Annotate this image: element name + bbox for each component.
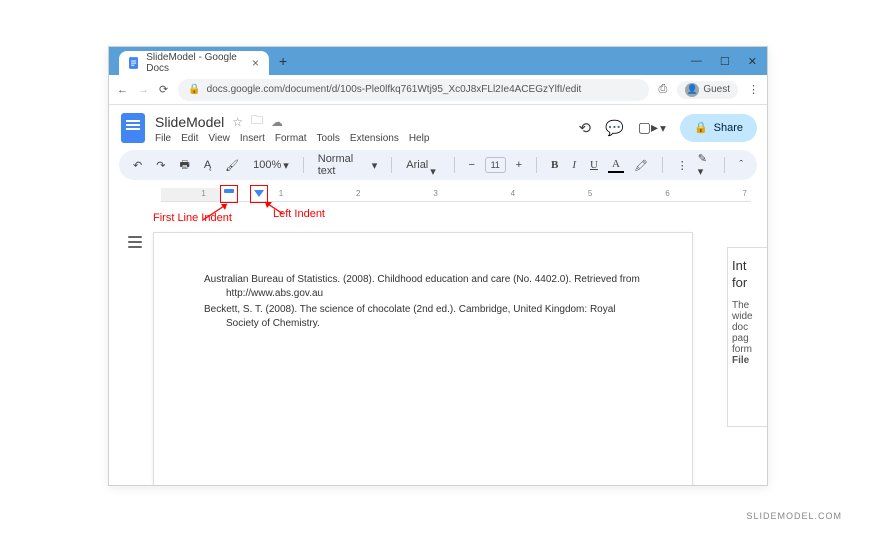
meet-dropdown[interactable]: ▢▸▾ (638, 119, 666, 136)
avatar-icon: 👤 (685, 83, 699, 97)
document-page[interactable]: Australian Bureau of Statistics. (2008).… (153, 232, 693, 486)
nav-back-icon[interactable]: ← (117, 84, 128, 96)
history-icon[interactable]: ⟲ (579, 119, 592, 137)
lock-icon: 🔒 (188, 84, 200, 95)
editor-area: Australian Bureau of Statistics. (2008).… (125, 232, 767, 486)
window-controls: — ☐ ✕ (691, 55, 757, 68)
share-button[interactable]: 🔒 Share (680, 114, 757, 142)
profile-chip[interactable]: 👤 Guest (677, 81, 738, 99)
menu-format[interactable]: Format (275, 133, 307, 144)
minimize-icon[interactable]: — (691, 55, 702, 68)
text-color-button[interactable]: A (608, 157, 624, 173)
bold-button[interactable]: B (547, 157, 562, 173)
redo-icon[interactable]: ↷ (152, 157, 169, 174)
cloud-status-icon[interactable]: ☁ (271, 115, 283, 129)
docs-toolbar: ↶ ↷ 🖶 Ą 🖌 100% ▾ Normal text ▾ Arial ▾ −… (119, 150, 757, 180)
reload-icon[interactable]: ⟳ (159, 83, 168, 96)
paragraph-style-select[interactable]: Normal text ▾ (314, 151, 382, 179)
tab-title: SlideModel - Google Docs (146, 52, 244, 74)
paint-format-icon[interactable]: 🖌 (221, 157, 243, 174)
font-size-increase[interactable]: + (512, 157, 526, 173)
guest-label: Guest (703, 84, 730, 95)
sidepanel-text: doc (732, 322, 763, 333)
title-block: SlideModel ☆ 🗀 ☁ File Edit View Insert F… (155, 111, 429, 144)
menu-bar: File Edit View Insert Format Tools Exten… (155, 133, 429, 144)
undo-icon[interactable]: ↶ (129, 157, 146, 174)
browser-menu-icon[interactable]: ⋮ (748, 83, 759, 96)
browser-urlbar: ← → ⟳ 🔒 docs.google.com/document/d/100s-… (109, 75, 767, 105)
menu-insert[interactable]: Insert (240, 133, 265, 144)
reference-entry: Beckett, S. T. (2008). The science of ch… (204, 303, 642, 331)
font-size-decrease[interactable]: − (464, 157, 478, 173)
close-tab-icon[interactable]: × (252, 56, 259, 70)
browser-titlebar: SlideModel - Google Docs × + — ☐ ✕ (109, 47, 767, 75)
side-info-panel: Int for The wide doc pag form File (727, 247, 767, 427)
sidepanel-text: pag (732, 333, 763, 344)
sidepanel-text: wide (732, 311, 763, 322)
nav-forward-icon[interactable]: → (138, 84, 149, 96)
docs-header: SlideModel ☆ 🗀 ☁ File Edit View Insert F… (109, 105, 767, 146)
italic-button[interactable]: I (568, 157, 580, 173)
print-icon[interactable]: 🖶 (175, 154, 193, 177)
lock-share-icon: 🔒 (694, 121, 708, 134)
watermark: SLIDEMODEL.COM (746, 511, 842, 521)
editing-mode-dropdown[interactable]: ✎ ▾ (698, 152, 715, 178)
outline-toggle-icon[interactable] (125, 232, 145, 252)
underline-button[interactable]: U (586, 157, 602, 173)
zoom-select[interactable]: 100% ▾ (249, 157, 293, 174)
ruler-area: 1 1 2 3 4 5 6 7 First Line Indent Le (125, 184, 751, 204)
annotation-left-indent: Left Indent (273, 208, 325, 220)
browser-window: SlideModel - Google Docs × + — ☐ ✕ ← → ⟳… (108, 46, 768, 486)
menu-extensions[interactable]: Extensions (350, 133, 399, 144)
collapse-toolbar-icon[interactable]: ˆ (735, 157, 747, 173)
spellcheck-icon[interactable]: Ą (200, 157, 215, 173)
highlight-button[interactable]: 🖍 (630, 157, 652, 174)
sidepanel-text-bold: File (732, 355, 763, 366)
move-folder-icon[interactable]: 🗀 (251, 111, 263, 132)
docs-logo-icon[interactable] (121, 113, 145, 143)
install-app-icon[interactable]: ⎙ (659, 83, 668, 96)
share-label: Share (714, 122, 743, 134)
document-title[interactable]: SlideModel (155, 114, 224, 130)
close-icon[interactable]: ✕ (748, 55, 757, 68)
menu-view[interactable]: View (208, 133, 230, 144)
font-select[interactable]: Arial ▾ (402, 151, 443, 180)
font-size-input[interactable]: 11 (485, 157, 506, 173)
annotation-first-line-indent: First Line Indent (153, 212, 232, 224)
browser-tab[interactable]: SlideModel - Google Docs × (119, 51, 269, 75)
menu-tools[interactable]: Tools (317, 133, 340, 144)
url-text: docs.google.com/document/d/100s-Ple0lfkq… (207, 84, 582, 95)
first-line-indent-marker[interactable] (220, 185, 238, 203)
menu-file[interactable]: File (155, 133, 171, 144)
sidepanel-heading: for (732, 275, 763, 290)
docs-favicon-icon (129, 56, 138, 70)
comments-icon[interactable]: 💬 (605, 119, 624, 137)
menu-help[interactable]: Help (409, 133, 430, 144)
star-icon[interactable]: ☆ (232, 115, 243, 129)
sidepanel-text: form (732, 344, 763, 355)
new-tab-button[interactable]: + (279, 53, 287, 69)
sidepanel-text: The (732, 300, 763, 311)
toolbar-more-icon[interactable]: ⋮ (673, 157, 692, 174)
sidepanel-heading: Int (732, 258, 763, 273)
menu-edit[interactable]: Edit (181, 133, 198, 144)
address-bar[interactable]: 🔒 docs.google.com/document/d/100s-Ple0lf… (178, 79, 648, 101)
reference-entry: Australian Bureau of Statistics. (2008).… (204, 273, 642, 301)
maximize-icon[interactable]: ☐ (720, 55, 730, 68)
